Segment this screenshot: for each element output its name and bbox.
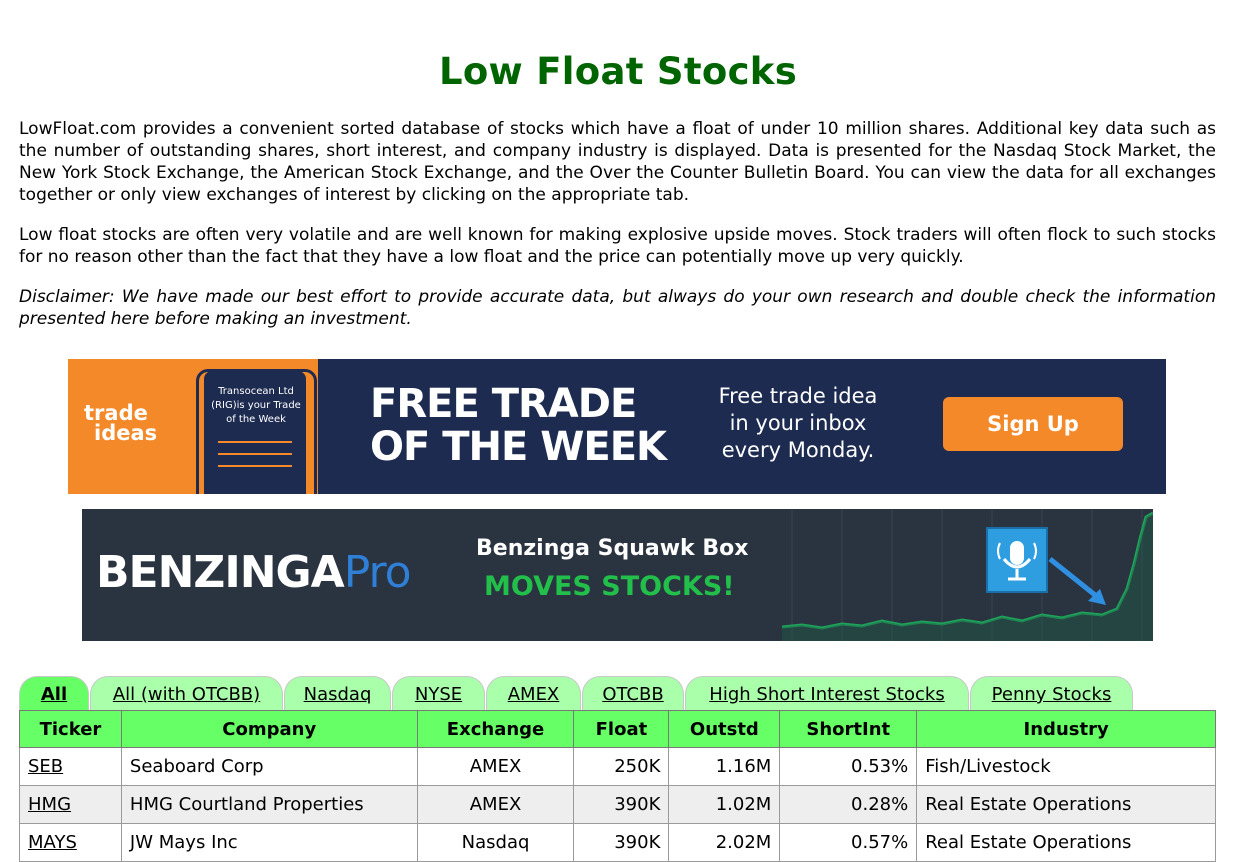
tab-otcbb[interactable]: OTCBB [582, 676, 684, 711]
exchange-cell: AMEX [416, 747, 575, 786]
shortint-cell: 0.28% [779, 785, 918, 824]
ticker-link[interactable]: SEB [28, 756, 63, 777]
outstd-cell: 1.02M [668, 785, 781, 824]
low-float-stocks-table: Ticker Company Exchange Float Outstd Sho… [19, 710, 1216, 862]
column-header-industry[interactable]: Industry [916, 710, 1216, 748]
column-header-company[interactable]: Company [120, 710, 418, 748]
ticker-cell: MAYS [19, 823, 122, 862]
benzinga-banner-ad[interactable]: BENZINGAPro Benzinga Squawk Box MOVES ST… [82, 509, 1153, 641]
page: Low Float Stocks LowFloat.com provides a… [0, 0, 1236, 862]
column-header-shortint[interactable]: ShortInt [779, 710, 918, 748]
shortint-cell: 0.53% [779, 747, 918, 786]
shortint-cell: 0.57% [779, 823, 918, 862]
sign-up-button[interactable]: Sign Up [943, 397, 1123, 451]
benzinga-logo: BENZINGAPro [96, 547, 411, 598]
page-title: Low Float Stocks [438, 50, 798, 93]
tab-amex[interactable]: AMEX [486, 676, 581, 711]
company-cell: JW Mays Inc [120, 823, 418, 862]
ticker-link[interactable]: MAYS [28, 832, 77, 853]
ad-moves-text: MOVES STOCKS! [484, 571, 735, 602]
tab-nyse[interactable]: NYSE [392, 676, 485, 711]
table-header-row: Ticker Company Exchange Float Outstd Sho… [19, 710, 1216, 748]
table-row: MAYS JW Mays Inc Nasdaq 390K 2.02M 0.57%… [19, 823, 1216, 862]
stock-chart-graphic [782, 509, 1153, 641]
tab-high-short-interest[interactable]: High Short Interest Stocks [685, 676, 969, 711]
disclaimer-text: Disclaimer: We have made our best effort… [19, 287, 1216, 329]
microphone-icon [986, 527, 1048, 593]
ad-headline: FREE TRADE OF THE WEEK [370, 381, 667, 470]
ad-subtext: Free trade idea in your inbox every Mond… [718, 384, 878, 462]
outstd-cell: 2.02M [668, 823, 781, 862]
float-cell: 390K [573, 823, 670, 862]
column-header-float[interactable]: Float [573, 710, 670, 748]
tab-all-with-otcbb[interactable]: All (with OTCBB) [90, 676, 283, 711]
ticker-cell: HMG [19, 785, 122, 824]
phone-line [218, 453, 292, 455]
ad-squawk-text: Benzinga Squawk Box [476, 536, 749, 561]
table-row: HMG HMG Courtland Properties AMEX 390K 1… [19, 785, 1216, 824]
column-header-ticker[interactable]: Ticker [19, 710, 122, 748]
tab-all[interactable]: All [19, 676, 89, 711]
float-cell: 390K [573, 785, 670, 824]
ticker-link[interactable]: HMG [28, 794, 71, 815]
industry-cell: Fish/Livestock [916, 747, 1216, 786]
exchange-cell: Nasdaq [416, 823, 575, 862]
volatility-paragraph: Low float stocks are often very volatile… [19, 225, 1216, 267]
table-row: SEB Seaboard Corp AMEX 250K 1.16M 0.53% … [19, 747, 1216, 786]
intro-paragraph: LowFloat.com provides a convenient sorte… [19, 119, 1216, 205]
phone-line [218, 465, 292, 467]
outstd-cell: 1.16M [668, 747, 781, 786]
ticker-cell: SEB [19, 747, 122, 786]
trade-ideas-logo: trade ideas [84, 401, 158, 445]
tab-penny-stocks[interactable]: Penny Stocks [970, 676, 1133, 711]
tab-nasdaq[interactable]: Nasdaq [284, 676, 391, 711]
industry-cell: Real Estate Operations [916, 785, 1216, 824]
float-cell: 250K [573, 747, 670, 786]
phone-line [218, 441, 292, 443]
industry-cell: Real Estate Operations [916, 823, 1216, 862]
column-header-outstd[interactable]: Outstd [668, 710, 781, 748]
phone-text: Transocean Ltd (RIG)is your Trade of the… [211, 386, 301, 425]
trade-ideas-banner-ad[interactable]: trade ideas Transocean Ltd (RIG)is your … [68, 359, 1166, 494]
company-cell: HMG Courtland Properties [120, 785, 418, 824]
column-header-exchange[interactable]: Exchange [416, 710, 575, 748]
company-cell: Seaboard Corp [120, 747, 418, 786]
exchange-cell: AMEX [416, 785, 575, 824]
